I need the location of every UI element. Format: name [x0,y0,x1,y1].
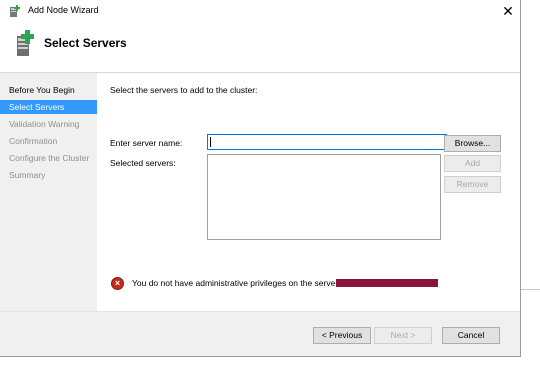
nav-step-summary: Summary [9,170,46,180]
browse-button[interactable]: Browse... [444,135,501,152]
server-name-label: Enter server name: [110,138,183,148]
next-button[interactable]: Next > [374,327,432,344]
error-message: You do not have administrative privilege… [132,278,343,288]
redacted-server-name [336,279,438,287]
nav-step-confirmation: Confirmation [9,136,58,146]
nav-step-validation-warning: Validation Warning [9,119,80,129]
cancel-button[interactable]: Cancel [442,327,500,344]
wizard-app-icon [10,5,20,17]
close-icon[interactable]: ✕ [499,2,517,20]
nav-step-select-servers[interactable]: Select Servers [0,100,97,114]
instruction-text: Select the servers to add to the cluster… [110,85,258,95]
nav-step-configure-cluster: Configure the Cluster [9,153,90,163]
remove-button[interactable]: Remove [444,176,501,193]
nav-step-before-you-begin[interactable]: Before You Begin [0,83,97,97]
text-caret [210,137,211,147]
page-title: Select Servers [44,36,127,50]
server-name-input[interactable] [207,134,447,150]
server-add-icon [17,30,34,56]
error-icon: × [111,277,124,290]
selected-servers-label: Selected servers: [110,158,176,168]
previous-button[interactable]: < Previous [313,327,371,344]
wizard-steps-nav: Before You Begin Select Servers Validati… [0,73,97,311]
add-button[interactable]: Add [444,155,501,172]
selected-servers-list[interactable] [207,154,441,240]
window-title: Add Node Wizard [28,5,99,15]
